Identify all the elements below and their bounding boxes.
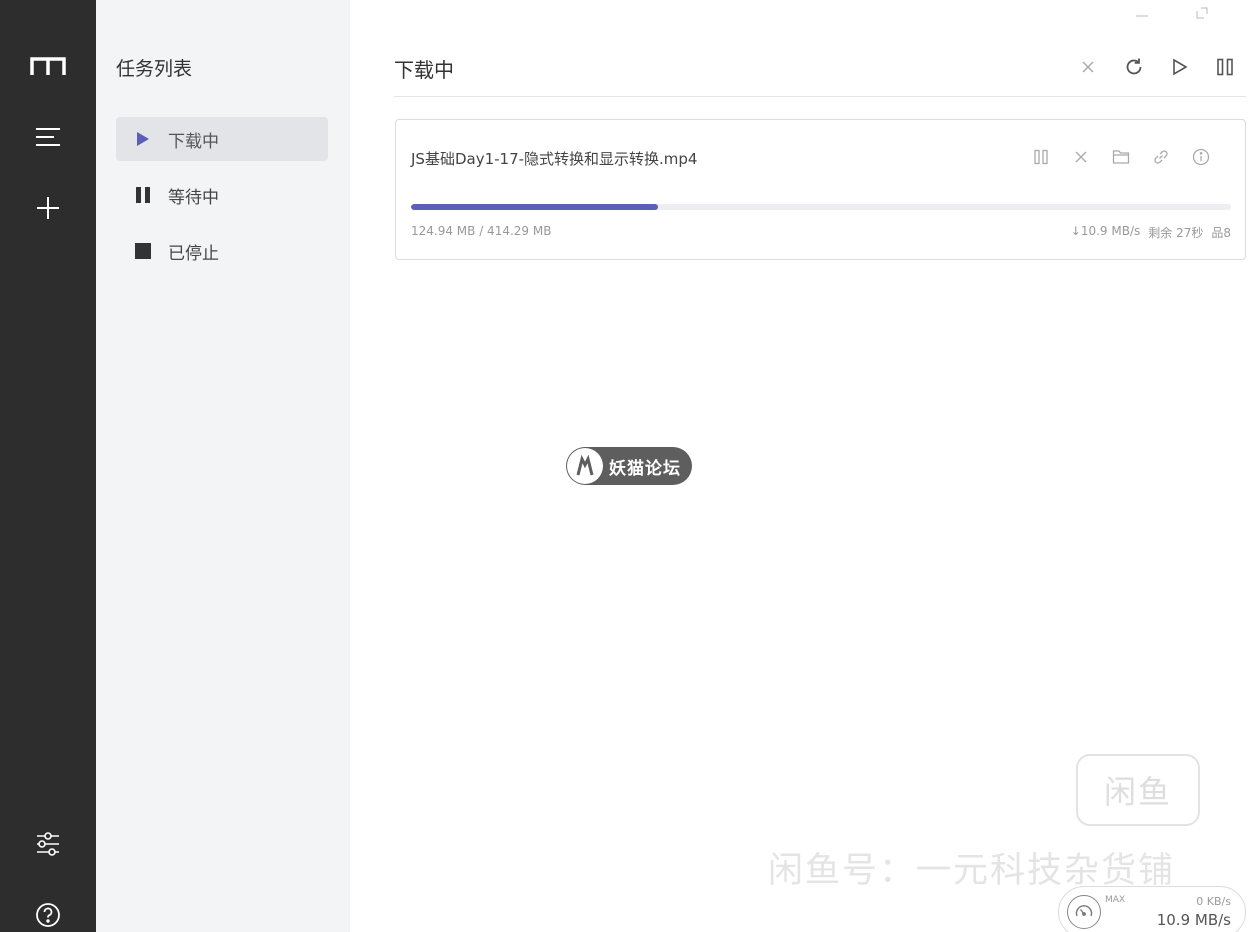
app-rail [0,0,96,932]
nav-item-stopped[interactable]: 已停止 [116,229,328,273]
pause-icon [132,184,154,206]
xianyu-watermark-logo: 闲鱼 [1076,754,1200,826]
pause-icon[interactable] [1021,145,1061,169]
settings-sliders-icon[interactable] [0,824,96,864]
maximize-icon[interactable] [1190,2,1214,24]
download-speed: ↓10.9 MB/s [1070,224,1141,238]
connection-count: 品8 [1211,226,1231,240]
folder-icon[interactable] [1101,145,1141,169]
task-size: 124.94 MB / 414.29 MB [411,224,552,238]
nav-item-label: 已停止 [168,243,219,264]
minimize-icon[interactable] [1130,2,1154,24]
app-logo-icon[interactable] [0,46,96,86]
nav-item-downloading[interactable]: 下载中 [116,117,328,161]
task-list-sidebar: 任务列表 下载中 等待中 已停止 [96,0,350,932]
cat-logo-icon [567,448,603,484]
progress-bar [411,204,1231,210]
task-stats: ↓10.9 MB/s 剩余 27秒 品8 [1071,224,1231,241]
help-icon[interactable] [0,895,96,932]
close-icon[interactable] [1075,54,1101,80]
progress-fill [411,204,659,210]
link-icon[interactable] [1141,145,1181,169]
delete-icon[interactable] [1061,145,1101,169]
upload-speed: 0 KB/s [1196,895,1231,908]
forum-watermark: 妖猫论坛 [566,447,692,485]
pause-icon[interactable] [1212,54,1238,80]
task-actions [1021,145,1221,169]
download-speed-total: 10.9 MB/s [1156,911,1231,929]
speed-widget[interactable]: MAX 0 KB/s 10.9 MB/s [1058,886,1246,932]
info-icon[interactable] [1181,145,1221,169]
task-list-icon[interactable] [0,117,96,157]
speedometer-icon [1067,895,1101,929]
task-list-title: 任务列表 [116,58,193,80]
nav-item-waiting[interactable]: 等待中 [116,173,328,217]
task-card[interactable]: JS基础Day1-17-隐式转换和显示转换.mp4 124.94 MB / 41… [395,119,1246,260]
task-name: JS基础Day1-17-隐式转换和显示转换.mp4 [411,150,698,168]
time-remaining: 剩余 27秒 [1148,226,1204,240]
nav-item-label: 等待中 [168,187,219,208]
play-icon [132,128,154,150]
header-divider [394,96,1246,97]
play-icon[interactable] [1167,54,1193,80]
refresh-icon[interactable] [1121,54,1147,80]
max-label: MAX [1105,895,1126,905]
page-title: 下载中 [394,58,454,82]
nav-item-label: 下载中 [168,131,219,152]
add-icon[interactable] [0,188,96,228]
stop-icon [132,240,154,262]
forum-watermark-text: 妖猫论坛 [609,458,681,479]
